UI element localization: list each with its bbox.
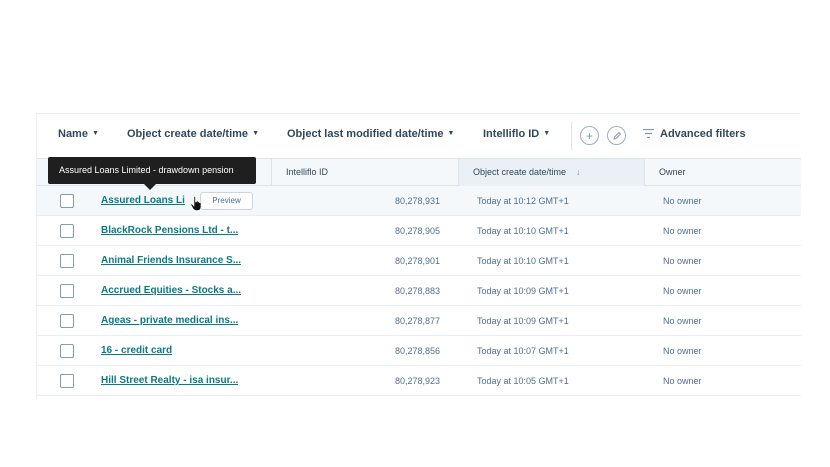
hand-cursor-icon — [190, 196, 202, 211]
row-checkbox[interactable] — [60, 374, 74, 388]
row-checkbox[interactable] — [60, 314, 74, 328]
column-header-label: Owner — [659, 167, 686, 177]
column-header-label: Intelliflo ID — [286, 167, 329, 177]
advanced-filters-label: Advanced filters — [660, 128, 746, 140]
create-date-filter-dropdown[interactable]: Object create date/time ▼ — [127, 128, 259, 140]
intelliflo-id-cell: 80,278,901 — [394, 256, 440, 266]
row-checkbox[interactable] — [60, 284, 74, 298]
intelliflo-id-cell: 80,278,883 — [394, 286, 440, 296]
intelliflo-id-cell: 80,278,856 — [394, 346, 440, 356]
preview-button[interactable]: Preview — [200, 192, 253, 210]
owner-cell: No owner — [663, 286, 702, 296]
filter-icon — [643, 129, 654, 138]
row-checkbox[interactable] — [60, 224, 74, 238]
toolbar-divider — [571, 122, 572, 150]
column-header-intelliflo-id[interactable]: Intelliflo ID — [271, 159, 458, 186]
table-row: 16 - credit card 80,278,856 Today at 10:… — [37, 336, 801, 366]
record-name-link[interactable]: BlackRock Pensions Ltd - t... — [101, 225, 238, 236]
name-filter-dropdown[interactable]: Name ▼ — [58, 128, 99, 140]
intelliflo-id-filter-label: Intelliflo ID — [483, 128, 540, 140]
chevron-down-icon: ▼ — [91, 130, 99, 137]
intelliflo-id-cell: 80,278,923 — [394, 376, 440, 386]
intelliflo-id-cell: 80,278,877 — [394, 316, 440, 326]
modified-date-filter-dropdown[interactable]: Object last modified date/time ▼ — [287, 128, 454, 140]
table-body: Assured Loans Li Preview 80,278,931 Toda… — [37, 186, 801, 396]
add-filter-button[interactable]: + — [580, 126, 599, 145]
chevron-down-icon: ▼ — [543, 130, 551, 137]
create-date-cell: Today at 10:07 GMT+1 — [477, 346, 569, 356]
chevron-down-icon: ▼ — [252, 130, 259, 137]
create-date-filter-label: Object create date/time — [127, 128, 249, 140]
table-row: BlackRock Pensions Ltd - t... 80,278,905… — [37, 216, 801, 246]
create-date-cell: Today at 10:09 GMT+1 — [477, 286, 569, 296]
table-row: Accrued Equities - Stocks a... 80,278,88… — [37, 276, 801, 306]
owner-cell: No owner — [663, 346, 702, 356]
create-date-cell: Today at 10:12 GMT+1 — [477, 196, 569, 206]
record-name-link[interactable]: Hill Street Realty - isa insur... — [101, 375, 238, 386]
name-filter-label: Name — [58, 128, 88, 140]
owner-cell: No owner — [663, 196, 702, 206]
intelliflo-id-cell: 80,278,905 — [394, 226, 440, 236]
modified-date-filter-label: Object last modified date/time — [287, 128, 444, 140]
create-date-cell: Today at 10:10 GMT+1 — [477, 256, 569, 266]
owner-cell: No owner — [663, 256, 702, 266]
column-header-create-date[interactable]: Object create date/time ↓ — [458, 159, 644, 186]
intelliflo-id-filter-dropdown[interactable]: Intelliflo ID ▼ — [483, 128, 550, 140]
row-checkbox[interactable] — [60, 194, 74, 208]
records-table-panel: Name ▼ Object create date/time ▼ Object la… — [36, 113, 801, 399]
edit-filters-button[interactable] — [607, 126, 626, 145]
chevron-down-icon: ▼ — [447, 130, 455, 137]
row-checkbox[interactable] — [60, 344, 74, 358]
table-row: Assured Loans Li Preview 80,278,931 Toda… — [37, 186, 801, 216]
record-name-link[interactable]: Assured Loans Li — [101, 195, 185, 206]
create-date-cell: Today at 10:10 GMT+1 — [477, 226, 569, 236]
filter-toolbar: Name ▼ Object create date/time ▼ Object la… — [37, 114, 801, 158]
table-row: Ageas - private medical ins... 80,278,87… — [37, 306, 801, 336]
column-header-owner[interactable]: Owner — [644, 159, 801, 186]
sort-descending-icon: ↓ — [576, 167, 581, 177]
row-checkbox[interactable] — [60, 254, 74, 268]
record-name-link[interactable]: Animal Friends Insurance S... — [101, 255, 241, 266]
table-row: Hill Street Realty - isa insur... 80,278… — [37, 366, 801, 396]
create-date-cell: Today at 10:05 GMT+1 — [477, 376, 569, 386]
intelliflo-id-cell: 80,278,931 — [394, 196, 440, 206]
table-row: Animal Friends Insurance S... 80,278,901… — [37, 246, 801, 276]
column-header-label: Object create date/time — [473, 167, 567, 177]
record-name-link[interactable]: 16 - credit card — [101, 345, 172, 356]
owner-cell: No owner — [663, 316, 702, 326]
record-name-link[interactable]: Accrued Equities - Stocks a... — [101, 285, 241, 296]
owner-cell: No owner — [663, 376, 702, 386]
pencil-icon — [612, 131, 621, 140]
owner-cell: No owner — [663, 226, 702, 236]
record-name-link[interactable]: Ageas - private medical ins... — [101, 315, 238, 326]
create-date-cell: Today at 10:09 GMT+1 — [477, 316, 569, 326]
name-tooltip: Assured Loans Limited - drawdown pension — [48, 157, 256, 190]
plus-icon: + — [585, 128, 593, 143]
advanced-filters-button[interactable]: Advanced filters — [643, 128, 746, 140]
